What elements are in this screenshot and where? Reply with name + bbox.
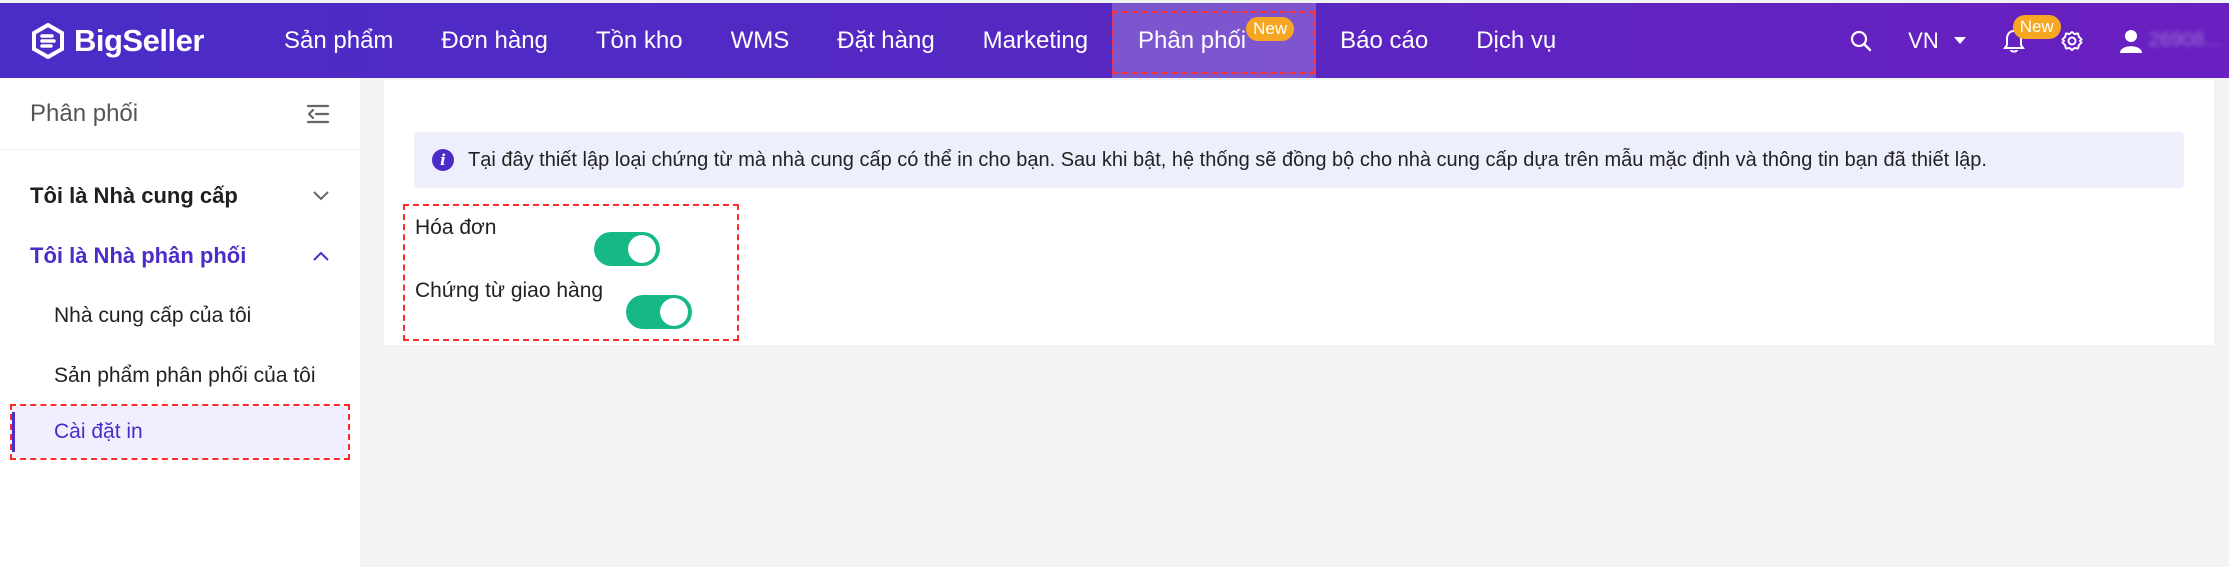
nav-item-purchase[interactable]: Đặt hàng — [813, 3, 958, 78]
setting-row-delivery-document: Chứng từ giao hàng — [415, 279, 603, 303]
info-alert: i Tại đây thiết lập loại chứng từ mà nhà… — [414, 132, 2184, 188]
sidebar-item-label: Cài đặt in — [54, 420, 143, 443]
nav-label: Báo cáo — [1340, 26, 1429, 54]
nav-item-distribution[interactable]: Phân phối New — [1112, 3, 1317, 78]
sidebar-item-label: Sản phẩm phân phối của tôi — [54, 364, 316, 387]
main-menu: Sản phẩm Đơn hàng Tồn kho WMS Đặt hàng M… — [260, 3, 1580, 78]
notification-button[interactable]: New — [1985, 3, 2061, 78]
nav-item-orders[interactable]: Đơn hàng — [417, 3, 571, 78]
nav-label: WMS — [730, 26, 790, 54]
brand-name: BigSeller — [74, 22, 204, 58]
nav-item-marketing[interactable]: Marketing — [959, 3, 1112, 78]
sidebar-item-label: Nhà cung cấp của tôi — [54, 304, 252, 327]
nav-item-reports[interactable]: Báo cáo — [1316, 3, 1452, 78]
language-select[interactable]: VN — [1890, 3, 1985, 78]
nav-label: Đơn hàng — [441, 26, 548, 54]
brand-logo[interactable]: BigSeller — [30, 22, 260, 59]
language-value: VN — [1908, 27, 1939, 53]
nav-label: Tồn kho — [595, 26, 683, 54]
user-icon — [2119, 29, 2142, 53]
sidebar: Phân phối Tôi là Nhà cung cấp Tôi là Nhà… — [0, 78, 360, 567]
sidebar-group-label: Tôi là Nhà phân phối — [30, 243, 247, 268]
sidebar-group-supplier[interactable]: Tôi là Nhà cung cấp — [0, 166, 360, 226]
sidebar-item-my-distributed-products[interactable]: Sản phẩm phân phối của tôi — [0, 346, 360, 406]
search-icon — [1851, 30, 1872, 51]
caret-down-icon — [1953, 36, 1966, 44]
main-content: i Tại đây thiết lập loại chứng từ mà nhà… — [384, 80, 2214, 345]
nav-label: Phân phối — [1138, 26, 1247, 54]
user-menu[interactable]: 26908... — [2101, 3, 2229, 78]
nav-item-services[interactable]: Dịch vụ — [1452, 3, 1580, 78]
user-name: 26908... — [2148, 29, 2221, 51]
new-badge: New — [1246, 17, 1295, 41]
nav-item-wms[interactable]: WMS — [707, 3, 814, 78]
chevron-down-icon — [313, 191, 329, 201]
sidebar-header: Phân phối — [0, 78, 360, 150]
nav-item-products[interactable]: Sản phẩm — [260, 3, 417, 78]
print-document-settings: Hóa đơn Chứng từ giao hàng — [403, 204, 739, 341]
collapse-menu-icon[interactable] — [306, 103, 330, 125]
nav-label: Sản phẩm — [284, 26, 394, 54]
setting-row-invoice: Hóa đơn — [415, 216, 497, 240]
setting-label: Chứng từ giao hàng — [415, 279, 604, 302]
header-tools: VN New 26908... — [1832, 3, 2229, 78]
nav-label: Đặt hàng — [837, 26, 935, 54]
setting-label: Hóa đơn — [415, 216, 497, 239]
info-text: Tại đây thiết lập loại chứng từ mà nhà c… — [468, 148, 1987, 171]
nav-label: Marketing — [982, 26, 1089, 54]
settings-button[interactable] — [2043, 3, 2101, 78]
invoice-toggle[interactable] — [594, 232, 660, 266]
delivery-document-toggle[interactable] — [626, 295, 692, 329]
info-icon: i — [432, 149, 454, 171]
nav-label: Dịch vụ — [1476, 26, 1557, 54]
sidebar-item-my-suppliers[interactable]: Nhà cung cấp của tôi — [0, 286, 360, 346]
search-button[interactable] — [1832, 3, 1890, 78]
sidebar-title: Phân phối — [30, 99, 139, 127]
chevron-up-icon — [313, 251, 329, 261]
sidebar-group-distributor[interactable]: Tôi là Nhà phân phối — [0, 226, 360, 286]
gear-icon — [2061, 30, 2083, 51]
bigseller-logo-icon — [32, 22, 64, 59]
nav-item-inventory[interactable]: Tồn kho — [572, 3, 707, 78]
sidebar-item-print-settings[interactable]: Cài đặt in — [10, 404, 350, 460]
top-navigation-bar: BigSeller Sản phẩm Đơn hàng Tồn kho WMS … — [0, 3, 2229, 78]
sidebar-group-label: Tôi là Nhà cung cấp — [30, 183, 238, 208]
